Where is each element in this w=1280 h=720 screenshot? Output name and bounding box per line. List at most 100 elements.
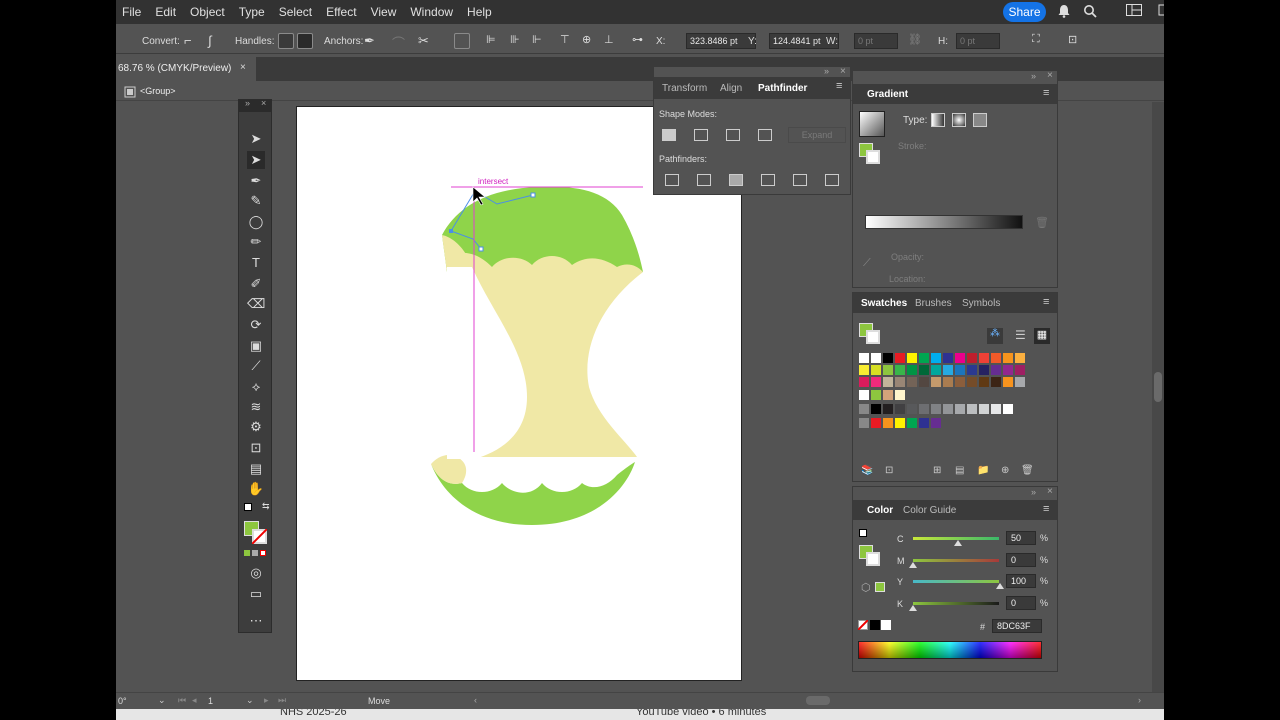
tab-brushes[interactable]: Brushes <box>915 298 952 309</box>
x-field[interactable]: 323.8486 pt <box>686 33 756 49</box>
swatch[interactable] <box>991 404 1001 414</box>
align-left-icon[interactable]: ⊫ <box>486 33 502 49</box>
swatch[interactable] <box>871 390 881 400</box>
vertical-scroll-thumb[interactable] <box>1154 372 1162 402</box>
minus-front-icon[interactable] <box>694 129 708 141</box>
swatch[interactable] <box>883 353 893 363</box>
curvature-tool-icon[interactable]: ✎ <box>247 192 265 210</box>
swatch[interactable] <box>979 377 989 387</box>
swatch[interactable] <box>919 418 929 428</box>
eyedropper-tool-icon[interactable]: ⟋ <box>247 357 265 375</box>
panel-menu-icon[interactable]: ≡ <box>1043 503 1049 515</box>
paintbrush-tool-icon[interactable]: ✏ <box>247 233 265 251</box>
menu-file[interactable]: File <box>116 0 148 24</box>
tab-pathfinder[interactable]: Pathfinder <box>758 83 807 94</box>
selection-tool-icon[interactable]: ➤ <box>247 130 265 148</box>
cyan-thumb[interactable] <box>954 540 962 546</box>
anchor-point[interactable] <box>449 229 453 233</box>
gradient-tool-icon[interactable]: ▣ <box>247 337 265 355</box>
swatch[interactable] <box>907 377 917 387</box>
new-color-group-icon[interactable]: 📁 <box>977 465 989 476</box>
grid-view-icon[interactable]: ▦ <box>1034 328 1050 344</box>
swatch[interactable] <box>883 418 893 428</box>
color-fill-stroke[interactable] <box>859 529 883 569</box>
swatch[interactable] <box>1003 377 1013 387</box>
swatch[interactable] <box>919 353 929 363</box>
tab-symbols[interactable]: Symbols <box>962 298 1000 309</box>
swatch-options-icon[interactable]: ▤ <box>955 465 964 476</box>
new-swatch-icon[interactable]: ⊕ <box>1001 465 1009 476</box>
collapse-icon[interactable]: » <box>245 98 250 108</box>
close-tab-icon[interactable]: × <box>240 62 246 73</box>
next-page-icon[interactable]: ▸ <box>264 695 269 706</box>
transform-icon[interactable] <box>454 33 470 49</box>
scroll-left-icon[interactable]: ‹ <box>474 695 477 705</box>
screen-mode-icon[interactable]: ▭ <box>247 585 265 603</box>
minus-back-icon[interactable] <box>825 174 839 186</box>
bell-icon[interactable] <box>1056 4 1072 20</box>
arrange-documents-icon[interactable] <box>1126 4 1142 20</box>
taskbar-item-nhs[interactable]: NHS 2025-26 <box>280 709 347 718</box>
gradient-preview[interactable] <box>859 111 885 137</box>
yellow-thumb[interactable] <box>996 583 1004 589</box>
yellow-slider[interactable] <box>913 580 999 583</box>
swatch[interactable] <box>967 377 977 387</box>
color-group-folder-icon[interactable] <box>859 404 869 414</box>
swatch[interactable] <box>907 418 917 428</box>
color-mode-icons[interactable] <box>244 550 268 558</box>
swatch[interactable] <box>859 377 869 387</box>
vertical-scrollbar[interactable] <box>1152 102 1164 692</box>
tab-color-guide[interactable]: Color Guide <box>903 505 956 516</box>
swatch[interactable] <box>979 353 989 363</box>
chevron-down-icon[interactable]: ⌄ <box>246 695 254 706</box>
panel-menu-icon[interactable]: ≡ <box>1043 296 1049 308</box>
reference-point-icon[interactable]: ⊶ <box>632 33 648 49</box>
c-field[interactable]: 50 <box>1006 531 1036 545</box>
linear-gradient-icon[interactable] <box>931 113 945 127</box>
shaper-tool-icon[interactable]: ✐ <box>247 275 265 293</box>
rotate-view-field[interactable]: 0° <box>118 696 127 706</box>
swatch[interactable] <box>895 418 905 428</box>
swatch[interactable] <box>859 390 869 400</box>
direct-selection-tool-icon[interactable]: ➤ <box>247 151 265 169</box>
constrain-proportions-icon[interactable]: ⛓ <box>908 33 924 49</box>
align-center-icon[interactable]: ⊪ <box>510 33 526 49</box>
cube-icon[interactable]: ⬡ <box>861 581 871 594</box>
y-field[interactable]: 100 <box>1006 574 1036 588</box>
swatch[interactable] <box>931 404 941 414</box>
swatch[interactable] <box>991 377 1001 387</box>
swatch-libraries-icon[interactable]: 📚 <box>861 465 873 476</box>
swatch[interactable] <box>871 353 881 363</box>
crop-icon[interactable] <box>761 174 775 186</box>
draw-mode-icon[interactable]: ◎ <box>247 564 265 582</box>
transform-panel-icon[interactable]: ⛶ <box>1032 33 1048 49</box>
color-group-folder-icon[interactable] <box>859 418 869 428</box>
puppet-warp-tool-icon[interactable]: ⚙ <box>247 418 265 436</box>
swatch[interactable] <box>955 404 965 414</box>
swatch[interactable] <box>991 365 1001 375</box>
swatch[interactable] <box>991 353 1001 363</box>
swatch[interactable] <box>895 377 905 387</box>
share-button[interactable]: Share <box>1003 2 1046 22</box>
close-icon[interactable]: × <box>1047 486 1053 497</box>
type-tool-icon[interactable]: T <box>247 254 265 272</box>
swatch[interactable] <box>1003 365 1013 375</box>
swatch[interactable] <box>979 404 989 414</box>
swatch[interactable] <box>871 365 881 375</box>
swatch[interactable] <box>895 390 905 400</box>
tab-transform[interactable]: Transform <box>662 83 707 94</box>
menu-effect[interactable]: Effect <box>319 0 363 24</box>
convert-smooth-icon[interactable]: ∫ <box>208 33 224 49</box>
panel-menu-icon[interactable]: ≡ <box>836 80 842 92</box>
k-field[interactable]: 0 <box>1006 596 1036 610</box>
align-middle-icon[interactable]: ⊕ <box>582 33 598 49</box>
swatch[interactable] <box>907 353 917 363</box>
align-top-icon[interactable]: ⊤ <box>560 33 576 49</box>
show-swatch-kinds-icon[interactable]: ⁂ <box>987 328 1003 344</box>
swatch[interactable] <box>883 377 893 387</box>
swatch[interactable] <box>871 377 881 387</box>
swatch[interactable] <box>943 353 953 363</box>
pen-tool-icon[interactable]: ✒ <box>247 172 265 190</box>
unite-icon[interactable] <box>662 129 676 141</box>
hand-tool-icon[interactable]: ✋ <box>247 480 265 498</box>
